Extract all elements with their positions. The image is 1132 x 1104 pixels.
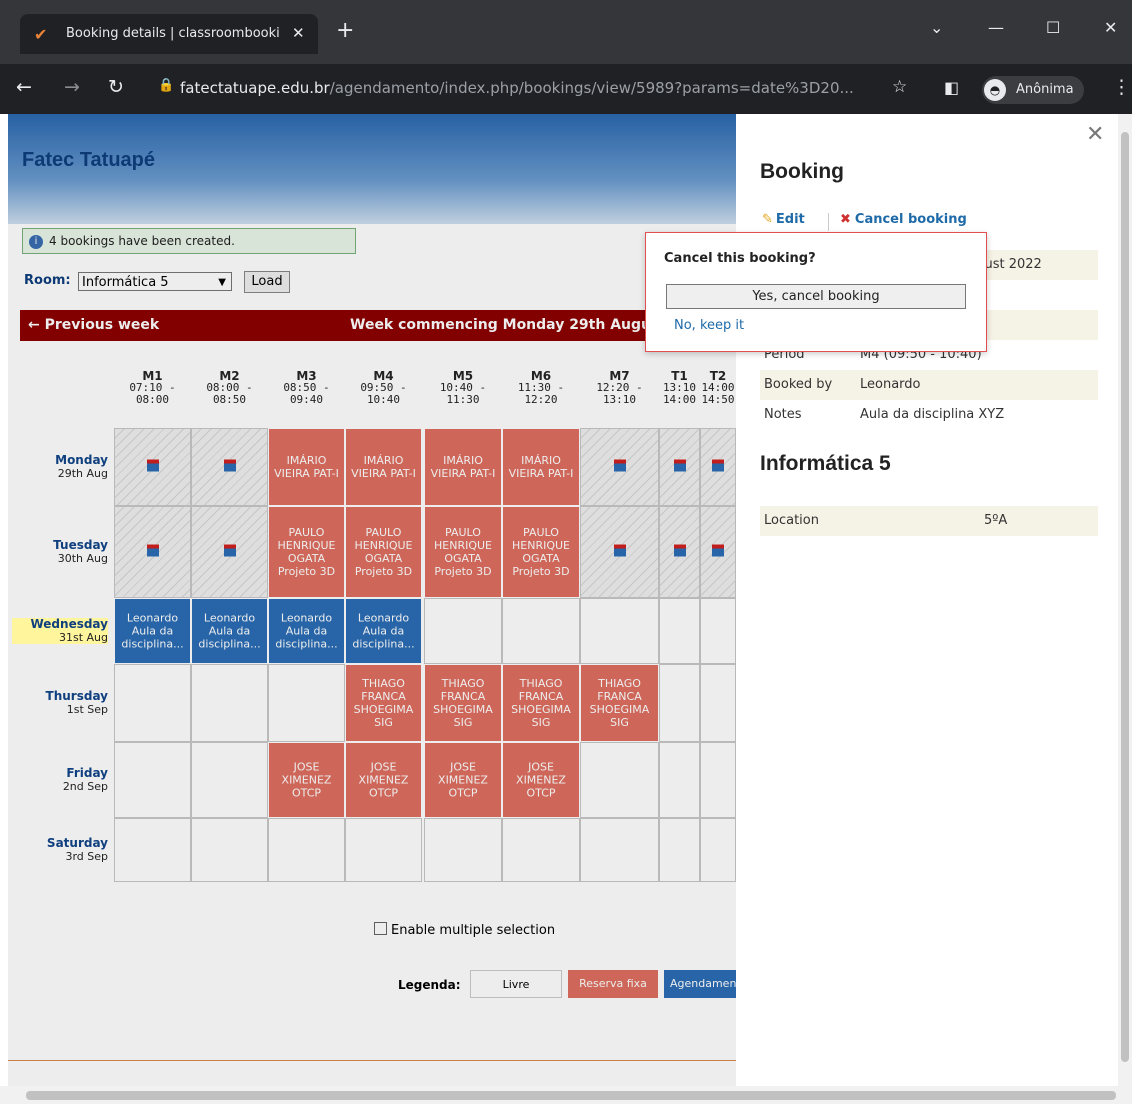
period-end: 13:10 [602,393,637,406]
horizontal-scrollbar[interactable] [0,1086,1132,1104]
room-heading: Informática 5 [760,452,891,475]
day-name: Friday [66,766,108,780]
maximize-icon[interactable]: ☐ [1046,18,1060,37]
profile-label: Anônima [1016,82,1074,97]
day-name: Wednesday [12,618,108,631]
vertical-scrollbar[interactable] [1118,114,1132,1086]
period-end: 12:20 [524,393,558,406]
browser-tab[interactable]: ✔ Booking details | classroombooki ✕ [20,14,318,54]
day-label: Monday 29th Aug [12,453,108,481]
modal-backdrop[interactable] [8,114,736,1086]
vertical-scroll-thumb[interactable] [1121,132,1129,1062]
booked-by-value: Leonardo [860,377,921,392]
day-date: 1st Sep [66,703,108,716]
url-text: fatectatuape.edu.br/agendamento/index.ph… [180,79,854,97]
keep-booking-link[interactable]: No, keep it [674,318,744,333]
notes-label: Notes [764,407,802,422]
period-header: M6 11:30 -12:20 [502,370,580,406]
detail-row-booked-by: Booked by Leonardo [760,370,1098,400]
back-icon[interactable]: ← [16,76,32,98]
minimize-icon[interactable]: — [988,18,1004,37]
day-label: Tuesday 30th Aug [12,538,108,566]
horizontal-scroll-thumb[interactable] [26,1091,1116,1100]
notes-value: Aula da disciplina XYZ [860,407,1005,422]
period-end: 14:00 [662,393,697,406]
confirm-cancel-button[interactable]: Yes, cancel booking [666,284,966,309]
day-label: Thursday 1st Sep [12,689,108,717]
cancel-booking-link[interactable]: ✖ Cancel booking [840,212,967,227]
day-date: 29th Aug [57,467,108,480]
detail-row-notes: Notes Aula da disciplina XYZ [760,400,1098,430]
day-name: Monday [55,453,108,467]
period-header: T1 13:10 14:00 [659,370,700,406]
day-label: Wednesday 31st Aug [12,618,108,644]
edit-label: Edit [775,212,805,227]
period-end: 09:40 [289,393,324,406]
cancel-label: Cancel booking [854,212,967,227]
new-tab-icon[interactable]: + [336,18,354,43]
period-end: 11:30 [446,393,480,406]
site-favicon: ✔ [34,25,48,44]
period-header: M2 08:00 -08:50 [191,370,268,406]
period-header: T2 14:00 14:50 [700,370,736,406]
period-header: M3 08:50 -09:40 [268,370,345,406]
period-end: 08:50 [212,393,247,406]
menu-kebab-icon[interactable]: ⋮ [1112,76,1131,98]
panel-heading: Booking [760,160,844,183]
tab-title: Booking details | classroombooki [66,26,280,41]
reload-icon[interactable]: ↻ [108,76,124,98]
period-end: 08:00 [135,393,170,406]
pencil-icon: ✎ [762,212,773,227]
day-label: Saturday 3rd Sep [12,836,108,864]
day-label: Friday 2nd Sep [12,766,108,794]
navigation-bar: ← → ↻ 🔒 fatectatuape.edu.br/agendamento/… [0,64,1132,114]
period-header: M5 10:40 -11:30 [424,370,502,406]
address-bar[interactable]: 🔒 fatectatuape.edu.br/agendamento/index.… [148,74,928,104]
cancel-x-icon: ✖ [840,212,851,227]
period-header: M1 07:10 -08:00 [114,370,191,406]
incognito-profile-button[interactable]: ◓ Anônima [982,76,1084,104]
close-tab-icon[interactable]: ✕ [292,24,305,42]
period-end: 10:40 [366,393,401,406]
tab-search-icon[interactable]: ⌄ [930,18,943,37]
close-panel-icon[interactable]: ✕ [1086,122,1104,147]
day-date: 2nd Sep [62,780,108,793]
side-panel-icon[interactable]: ◧ [944,78,959,97]
detail-row-location: Location 5ºA [760,506,1098,536]
day-date: 3rd Sep [65,850,108,863]
period-header: M4 09:50 -10:40 [345,370,422,406]
edit-booking-link[interactable]: ✎ Edit [762,212,805,227]
lock-icon: 🔒 [158,78,175,93]
period-end: 14:50 [701,393,735,406]
incognito-icon: ◓ [984,79,1006,101]
period-header: M7 12:20 -13:10 [580,370,659,406]
bookmark-star-icon[interactable]: ☆ [892,77,907,97]
popover-title: Cancel this booking? [664,251,816,266]
day-date: 31st Aug [12,631,108,644]
day-name: Thursday [45,689,108,703]
browser-chrome: ✔ Booking details | classroombooki ✕ + ⌄… [0,0,1132,114]
booked-by-label: Booked by [764,377,833,392]
cancel-confirm-popover: Cancel this booking? Yes, cancel booking… [645,232,987,352]
forward-icon[interactable]: → [64,76,80,98]
close-window-icon[interactable]: ✕ [1104,18,1117,37]
day-name: Saturday [46,836,108,850]
day-date: 30th Aug [57,552,108,565]
location-label: Location [764,513,819,528]
day-name: Tuesday [53,538,108,552]
action-separator [828,213,829,231]
location-value: 5ºA [984,513,1008,528]
